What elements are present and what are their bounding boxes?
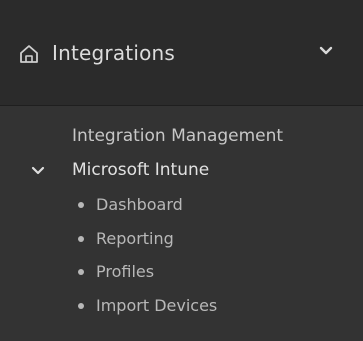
bullet-icon [78, 235, 84, 242]
chevron-down-icon[interactable] [318, 44, 334, 58]
bullet-icon [78, 268, 84, 275]
submenu-item-profiles[interactable]: Profiles [78, 262, 154, 281]
submenu-item-label: Dashboard [96, 195, 183, 214]
submenu-item-label: Import Devices [96, 296, 218, 315]
submenu-item-reporting[interactable]: Reporting [78, 229, 174, 248]
microsoft-intune-group[interactable]: Microsoft Intune [72, 160, 209, 180]
chevron-down-icon[interactable] [31, 166, 45, 176]
integrations-section-header[interactable]: Integrations [0, 0, 363, 106]
integration-management-link[interactable]: Integration Management [72, 126, 283, 146]
bullet-icon [78, 302, 84, 309]
submenu-item-import-devices[interactable]: Import Devices [78, 296, 217, 315]
section-title: Integrations [52, 41, 176, 65]
submenu-item-dashboard[interactable]: Dashboard [78, 195, 183, 214]
bullet-icon [78, 201, 84, 208]
submenu-item-label: Reporting [96, 229, 174, 248]
home-icon [20, 45, 38, 63]
submenu-item-label: Profiles [96, 262, 155, 281]
